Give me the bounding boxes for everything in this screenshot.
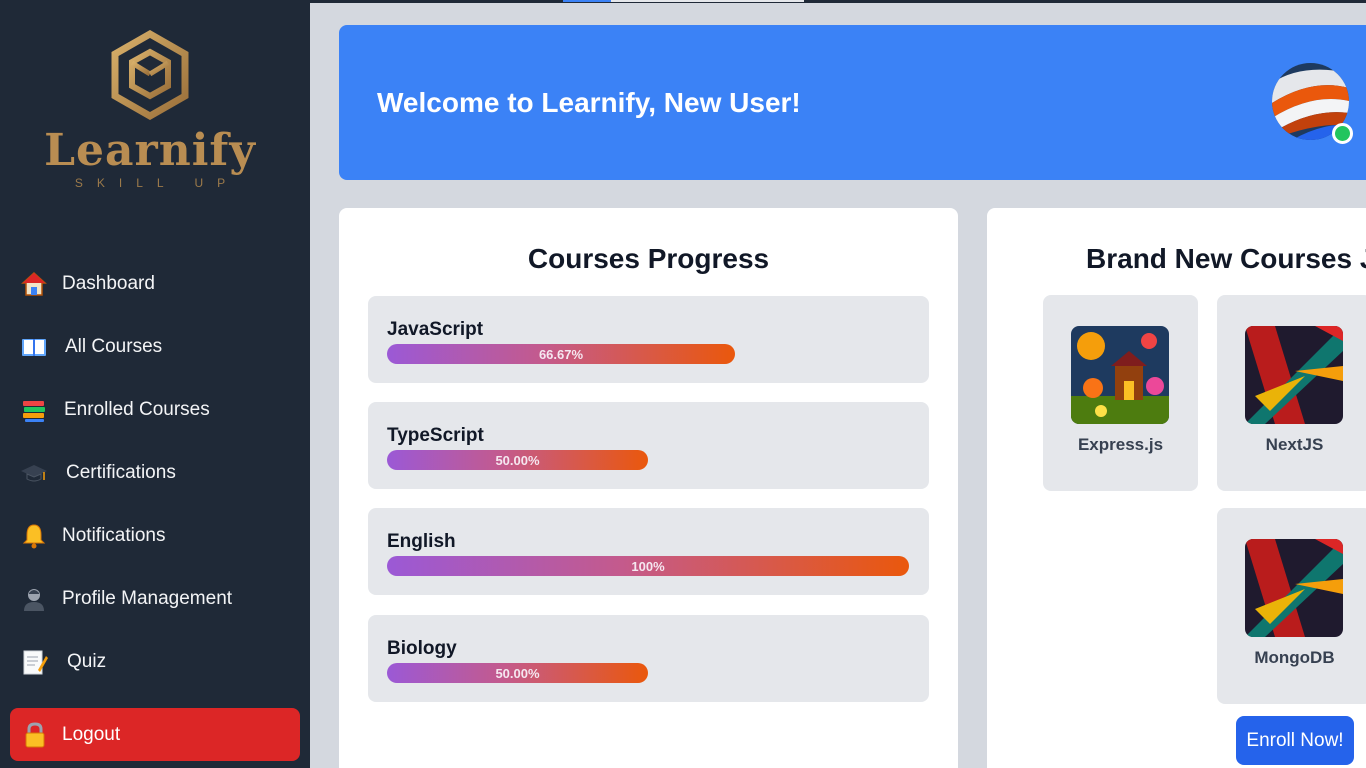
progress-item-english[interactable]: English 100% xyxy=(368,508,929,595)
progress-item-typescript[interactable]: TypeScript 50.00% xyxy=(368,402,929,489)
sidebar-item-notifications[interactable]: Notifications xyxy=(20,516,166,556)
sidebar-item-label: Certifications xyxy=(66,462,176,483)
new-courses-card: Brand New Courses Ju Express.js NextJS M… xyxy=(987,208,1366,768)
welcome-title: Welcome to Learnify, New User! xyxy=(377,87,801,118)
logout-button[interactable]: Logout xyxy=(10,708,300,761)
top-strip-accent xyxy=(563,0,611,2)
online-status-indicator xyxy=(1332,123,1353,144)
course-name: Biology xyxy=(387,638,457,659)
top-strip-light xyxy=(611,0,804,2)
progress-bar: 50.00% xyxy=(387,450,648,470)
courses-progress-title: Courses Progress xyxy=(527,243,770,274)
course-thumbnail xyxy=(1071,326,1169,424)
progress-percent: 66.67% xyxy=(538,346,584,362)
open-book-icon xyxy=(20,333,48,361)
courses-progress-card: Courses Progress JavaScript 66.67% TypeS… xyxy=(339,208,958,768)
course-name: NextJS xyxy=(1265,435,1324,454)
sidebar-item-label: All Courses xyxy=(65,336,163,357)
person-icon xyxy=(20,585,48,613)
sidebar-item-certifications[interactable]: Certifications xyxy=(20,453,176,493)
course-name: TypeScript xyxy=(387,425,484,446)
bell-icon xyxy=(20,522,48,550)
logo: Learnify SKILL UP xyxy=(0,30,300,190)
graduation-cap-icon xyxy=(20,459,48,487)
logout-label: Logout xyxy=(62,723,121,745)
sidebar-item-label: Notifications xyxy=(62,525,166,546)
sidebar-item-all-courses[interactable]: All Courses xyxy=(20,327,162,367)
lock-icon xyxy=(21,721,49,749)
progress-percent: 50.00% xyxy=(495,452,540,468)
book-stack-icon xyxy=(20,396,48,424)
sidebar-item-dashboard[interactable]: Dashboard xyxy=(20,264,155,304)
new-courses-title: Brand New Courses Ju xyxy=(1086,243,1366,274)
progress-item-javascript[interactable]: JavaScript 66.67% xyxy=(368,296,929,383)
logo-title: Learnify xyxy=(44,125,256,176)
course-thumbnail xyxy=(1245,326,1343,424)
sidebar-item-label: Enrolled Courses xyxy=(64,399,210,420)
course-name: Express.js xyxy=(1077,435,1164,454)
welcome-banner: Welcome to Learnify, New User! xyxy=(339,25,1366,180)
course-name: MongoDB xyxy=(1254,648,1335,667)
progress-percent: 50.00% xyxy=(495,665,540,681)
sidebar-item-label: Profile Management xyxy=(62,588,233,609)
course-thumbnail xyxy=(1245,539,1343,637)
progress-bar: 100% xyxy=(387,556,909,576)
sidebar-item-label: Quiz xyxy=(67,651,107,672)
sidebar-item-enrolled-courses[interactable]: Enrolled Courses xyxy=(20,390,210,430)
progress-percent: 100% xyxy=(631,558,665,574)
enroll-now-button[interactable]: Enroll Now! xyxy=(1236,716,1354,765)
logo-tagline: SKILL UP xyxy=(74,176,240,190)
browser-top-strip xyxy=(0,0,1366,3)
sidebar-item-label: Dashboard xyxy=(62,273,155,294)
progress-item-biology[interactable]: Biology 50.00% xyxy=(368,615,929,702)
course-tile-express[interactable]: Express.js xyxy=(1043,295,1198,491)
course-name: English xyxy=(387,531,456,552)
house-icon xyxy=(20,270,48,298)
sidebar: Learnify SKILL UP Dashboard All Courses … xyxy=(0,0,310,768)
course-name: JavaScript xyxy=(387,319,484,340)
sidebar-item-quiz[interactable]: Quiz xyxy=(20,642,106,682)
sidebar-item-profile-management[interactable]: Profile Management xyxy=(20,579,232,619)
progress-bar: 50.00% xyxy=(387,663,648,683)
memo-icon xyxy=(20,648,48,676)
course-tile-mongodb[interactable]: MongoDB xyxy=(1217,508,1366,704)
hexagon-logo-icon xyxy=(111,30,189,120)
progress-bar: 66.67% xyxy=(387,344,735,364)
course-tile-nextjs[interactable]: NextJS xyxy=(1217,295,1366,491)
